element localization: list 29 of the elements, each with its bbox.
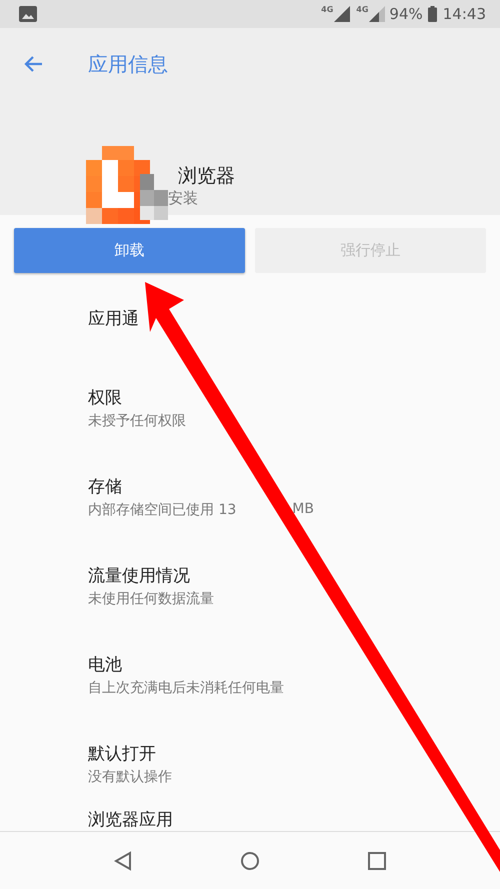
- setting-title[interactable]: 默认打开: [88, 742, 500, 764]
- setting-summary: 自上次充满电后未消耗任何电量: [88, 678, 284, 696]
- network-label: 4G: [356, 5, 368, 14]
- setting-summary-unit: MB: [292, 500, 314, 518]
- uninstall-button[interactable]: 卸载: [14, 228, 245, 273]
- setting-title[interactable]: 权限: [88, 386, 500, 408]
- setting-title[interactable]: 浏览器应用: [88, 808, 500, 831]
- setting-title[interactable]: 存储: [88, 474, 500, 498]
- setting-summary: 内部存储空间已使用 13: [88, 500, 236, 518]
- signal-icon: [334, 6, 350, 22]
- setting-title[interactable]: 应用通: [88, 306, 500, 330]
- setting-summary: 未授予任何权限: [88, 412, 186, 430]
- battery-percent: 94%: [389, 5, 423, 23]
- signal-icon: [369, 6, 386, 22]
- clock: 14:43: [442, 5, 486, 23]
- app-name: 浏览器: [178, 164, 235, 188]
- network-label: 4G: [321, 5, 334, 14]
- setting-title[interactable]: 电池: [88, 652, 500, 676]
- recents-icon[interactable]: [368, 852, 386, 870]
- setting-summary: 没有默认操作: [88, 768, 172, 786]
- setting-summary: 未使用任何数据流量: [88, 590, 214, 608]
- image-icon: [19, 6, 37, 22]
- app-icon: [86, 146, 150, 224]
- back-nav-icon[interactable]: [114, 850, 132, 870]
- setting-title[interactable]: 流量使用情况: [88, 564, 500, 586]
- install-status: 安装: [168, 188, 199, 208]
- page-title: 应用信息: [88, 50, 168, 78]
- battery-icon: [428, 6, 437, 22]
- home-icon[interactable]: [240, 850, 260, 870]
